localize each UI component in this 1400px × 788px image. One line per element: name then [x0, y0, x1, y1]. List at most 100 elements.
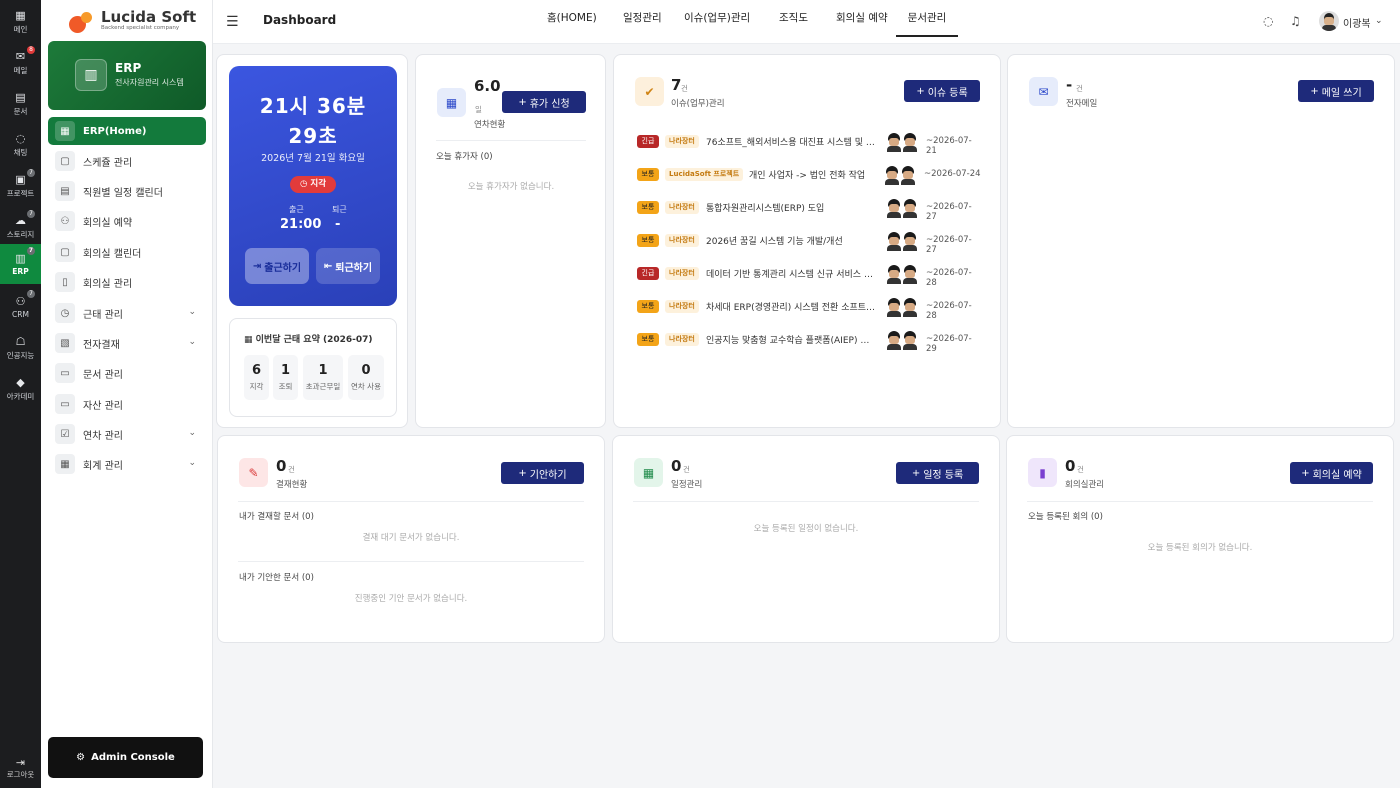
chevron-down-icon[interactable]: ⌄: [1375, 16, 1383, 26]
nav-meeting-calendar[interactable]: ▢ 회의실 캘린더: [48, 238, 206, 266]
stat-leave-used: 0 연차 사용: [348, 355, 384, 400]
nav-accounting[interactable]: ▦ 회계 관리 ⌄: [48, 450, 206, 478]
rail-item-project[interactable]: ▣ 프로젝트 7: [0, 166, 41, 206]
issue-row[interactable]: 긴급 나라장터 데이터 기반 통계관리 시스템 신규 서비스 개발 ... ~2…: [637, 264, 982, 288]
issue-title: 인공지능 맞춤형 교수학습 플랫폼(AIEP) 연계 ...: [706, 336, 876, 346]
project-tag: 나라장터: [665, 267, 699, 280]
logout-button[interactable]: ⇥ 로그아웃: [0, 756, 41, 780]
building-icon: ▥: [15, 251, 26, 265]
priority-badge: 보통: [637, 168, 659, 181]
assignee-avatar: [886, 298, 902, 317]
erp-card[interactable]: ▥ ERP 전사자원관리 시스템: [48, 41, 206, 110]
cloud-icon: ☁: [15, 213, 26, 227]
assignee-avatar: [886, 265, 902, 284]
topnav-issues[interactable]: 이슈(업무)관리: [684, 10, 750, 25]
robot-icon: ☖: [15, 334, 26, 348]
issue-row[interactable]: 긴급 나라장터 76소프트_해외서비스용 대진표 시스템 및 대회... ~20…: [637, 132, 982, 156]
logo-icon: [69, 10, 95, 33]
icon-rail: ▦ 메인 ✉ 메일 8 ▤ 문서 ◌ 채팅 ▣ 프로젝트 7 ☁ 스토리지 7 ▥ ERP 7 ⚇ CR…: [0, 0, 41, 788]
leave-request-button[interactable]: + 휴가 신청: [502, 91, 586, 113]
nav-erp-home[interactable]: ▦ ERP(Home): [48, 117, 206, 145]
approval-icon: ▧: [55, 333, 75, 353]
nav-approval[interactable]: ▧ 전자결재 ⌄: [48, 329, 206, 357]
rail-item-crm[interactable]: ⚇ CRM 7: [0, 287, 41, 327]
logout-icon: ⇥: [15, 756, 26, 769]
stat-early-leave: 1 조퇴: [273, 355, 298, 400]
nav-employee-calendar[interactable]: ▤ 직원별 일정 캘린더: [48, 177, 206, 205]
rail-item-chat[interactable]: ◌ 채팅: [0, 125, 41, 165]
clock-out-value: -: [335, 217, 341, 232]
nav-schedule[interactable]: ▢ 스케쥴 관리: [48, 147, 206, 175]
project-tag: 나라장터: [665, 300, 699, 313]
nav-documents[interactable]: ▭ 문서 관리: [48, 359, 206, 387]
mail-label: 전자메일: [1066, 99, 1098, 109]
nav-assets[interactable]: ▭ 자산 관리: [48, 390, 206, 418]
login-icon: ⇥: [252, 260, 262, 272]
calendar-icon: ▦: [244, 335, 256, 345]
storage-badge: 7: [27, 210, 35, 218]
assignee-avatar: [902, 199, 918, 218]
nav-annual-leave[interactable]: ☑ 연차 관리 ⌄: [48, 420, 206, 448]
mail-unit: 건: [1076, 84, 1083, 93]
issue-title: 2026년 꿈길 시스템 기능 개발/개선: [706, 237, 843, 247]
check-in-button[interactable]: ⇥ 출근하기: [245, 248, 309, 284]
admin-console-button[interactable]: ⚙ Admin Console: [48, 737, 203, 778]
topnav-meeting[interactable]: 회의실 예약: [836, 10, 888, 25]
schedule-register-button[interactable]: + 일정 등록: [896, 462, 979, 484]
nav-meeting-room-management[interactable]: ▯ 회의실 관리: [48, 268, 206, 296]
leave-unit: 일: [475, 105, 482, 114]
issue-row[interactable]: 보통 나라장터 인공지능 맞춤형 교수학습 플랫폼(AIEP) 연계 ... ~…: [637, 330, 982, 354]
rail-item-storage[interactable]: ☁ 스토리지 7: [0, 207, 41, 247]
meeting-reserve-button[interactable]: + 회의실 예약: [1290, 462, 1373, 484]
priority-badge: 보통: [637, 234, 659, 247]
rail-item-main[interactable]: ▦ 메인: [0, 2, 41, 42]
nav-meeting-reservation[interactable]: ⚇ 회의실 예약: [48, 207, 206, 235]
approval-icon: ✎: [239, 458, 268, 487]
rail-item-document[interactable]: ▤ 문서: [0, 84, 41, 124]
user-name[interactable]: 이광복: [1343, 15, 1371, 30]
assignee-avatar: [902, 331, 918, 350]
rail-item-academy[interactable]: ◆ 아카데미: [0, 369, 41, 409]
assignee-avatar: [886, 133, 902, 152]
nav-attendance[interactable]: ◷ 근태 관리 ⌄: [48, 299, 206, 327]
topnav-documents[interactable]: 문서관리: [896, 10, 958, 37]
avatar[interactable]: [1319, 11, 1339, 31]
brand-logo[interactable]: Lucida Soft Backend specialist company: [69, 8, 196, 34]
issue-row[interactable]: 보통 LucidaSoft 프로젝트 개인 사업자 -> 법인 전화 작업 ~2…: [637, 165, 982, 185]
issues-value: 7: [671, 76, 682, 94]
monthly-title: 이번달 근태 요약 (2026-07): [255, 335, 373, 345]
sidebar: ▥ ERP 전사자원관리 시스템 ▦ ERP(Home) ▢ 스케쥴 관리 ▤ 직원별…: [41, 0, 213, 788]
logout-icon: ⇤: [323, 260, 333, 272]
issue-title: 76소프트_해외서비스용 대진표 시스템 및 대회...: [706, 138, 876, 148]
draft-button[interactable]: + 기안하기: [501, 462, 584, 484]
crm-badge: 7: [27, 290, 35, 298]
chevron-down-icon: ⌄: [188, 307, 196, 317]
issue-register-button[interactable]: + 이슈 등록: [904, 80, 980, 102]
mail-value: -: [1066, 76, 1073, 94]
plus-icon: +: [1301, 467, 1310, 479]
issue-date: ~2026-07-27: [926, 202, 972, 222]
check-out-button[interactable]: ⇤ 퇴근하기: [316, 248, 380, 284]
topnav-org-chart[interactable]: 조직도: [779, 10, 808, 25]
topnav-schedule[interactable]: 일정관리: [623, 10, 662, 25]
rail-item-mail[interactable]: ✉ 메일 8: [0, 43, 41, 83]
issue-row[interactable]: 보통 나라장터 2026년 꿈길 시스템 기능 개발/개선 ~2026-07-2…: [637, 231, 982, 255]
plus-icon: +: [916, 85, 925, 97]
write-mail-button[interactable]: + 메일 쓰기: [1298, 80, 1374, 102]
menu-toggle-icon[interactable]: ☰: [226, 14, 239, 30]
chat-icon: ◌: [15, 131, 26, 145]
topnav-home[interactable]: 홈(HOME): [547, 10, 597, 25]
issue-row[interactable]: 보통 나라장터 통합자원관리시스템(ERP) 도입 ~2026-07-27: [637, 198, 982, 222]
bell-icon[interactable]: ♫: [1290, 14, 1301, 28]
assignee-avatar: [902, 133, 918, 152]
door-icon: ▮: [1028, 458, 1057, 487]
schedule-empty-text: 오늘 등록된 일정이 없습니다.: [753, 524, 859, 534]
rail-item-erp[interactable]: ▥ ERP 7: [0, 244, 41, 284]
graduation-icon: ◆: [16, 375, 25, 389]
chat-icon[interactable]: ◌: [1263, 14, 1273, 28]
issue-row[interactable]: 보통 나라장터 차세대 ERP(경영관리) 시스템 전환 소프트웨어... ~2…: [637, 297, 982, 321]
project-tag: 나라장터: [665, 135, 699, 148]
rail-item-ai[interactable]: ☖ 인공지능: [0, 328, 41, 368]
priority-badge: 보통: [637, 333, 659, 346]
assignee-avatar: [886, 199, 902, 218]
